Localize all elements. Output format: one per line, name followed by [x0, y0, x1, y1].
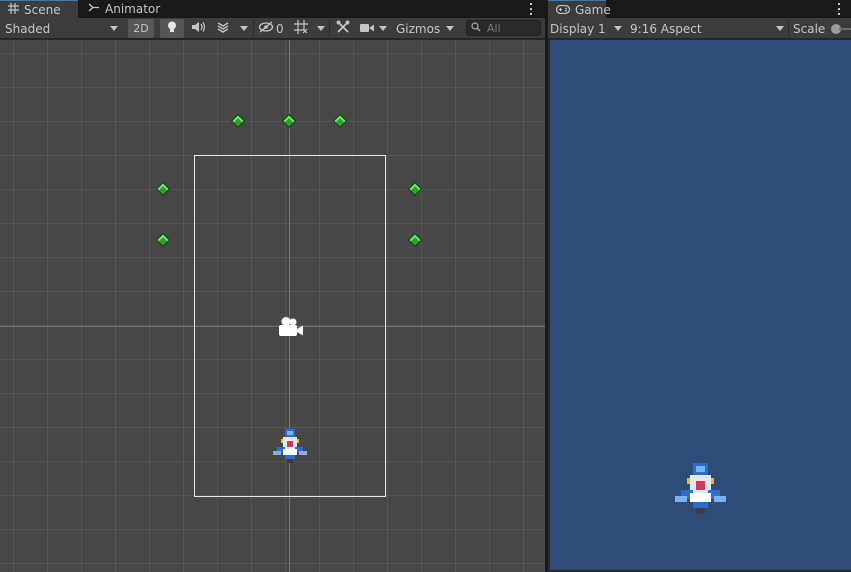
- gizmos-dropdown[interactable]: Gizmos: [391, 19, 457, 38]
- scene-menu-icon[interactable]: [529, 2, 533, 16]
- effects-toggle-button[interactable]: [211, 19, 235, 38]
- spawn-point-marker[interactable]: [407, 232, 423, 248]
- chevron-down-icon: [240, 26, 248, 31]
- tab-animator[interactable]: Animator: [80, 0, 170, 18]
- grid-icon: [8, 2, 19, 17]
- grid-snap-dropdown[interactable]: [314, 19, 328, 38]
- game-tabbar: Game: [548, 0, 851, 18]
- effects-layers-icon: [216, 21, 230, 36]
- game-viewport[interactable]: [550, 40, 851, 570]
- scene-tabbar: Scene Animator: [0, 0, 545, 18]
- scene-camera-dropdown[interactable]: [356, 19, 390, 38]
- game-window: Game Display 1 9:16 Aspect Scale: [548, 0, 851, 572]
- toolbar-divider: [253, 20, 254, 37]
- effects-dropdown[interactable]: [236, 19, 252, 38]
- camera-gizmo-icon[interactable]: [276, 316, 304, 341]
- scene-toolbar: Shaded 2D 0 Gizmos All: [0, 18, 545, 39]
- display-value: Display 1: [550, 21, 606, 36]
- tab-game[interactable]: Game: [548, 0, 611, 18]
- spawn-point-marker[interactable]: [155, 181, 171, 197]
- shading-mode-dropdown[interactable]: Shaded: [0, 19, 122, 38]
- shading-mode-value: Shaded: [5, 21, 51, 36]
- speaker-icon: [191, 21, 206, 36]
- lightbulb-icon: [167, 21, 177, 36]
- spawn-point-marker[interactable]: [155, 232, 171, 248]
- scene-visibility-button[interactable]: 0: [256, 19, 286, 38]
- display-dropdown[interactable]: Display 1: [548, 19, 625, 38]
- tab-scene[interactable]: Scene: [0, 0, 78, 18]
- scale-label: Scale: [793, 21, 826, 36]
- hidden-eye-icon: [258, 21, 274, 36]
- scene-search-input[interactable]: All: [466, 20, 541, 36]
- video-camera-icon: [360, 22, 374, 36]
- gizmos-label: Gizmos: [396, 21, 441, 36]
- hidden-count: 0: [276, 21, 284, 36]
- grid-snap-button[interactable]: [288, 19, 314, 38]
- toggle-2d-button[interactable]: 2D: [128, 19, 154, 38]
- spawn-point-marker[interactable]: [230, 113, 246, 129]
- audio-toggle-button[interactable]: [186, 19, 210, 38]
- aspect-dropdown[interactable]: 9:16 Aspect: [626, 19, 787, 38]
- tools-wrench-icon: [336, 20, 350, 37]
- tab-scene-label: Scene: [24, 2, 61, 17]
- chevron-down-icon: [446, 26, 454, 31]
- lighting-toggle-button[interactable]: [160, 19, 184, 38]
- game-menu-icon[interactable]: [837, 2, 841, 16]
- toolbar-divider: [788, 20, 789, 37]
- scale-slider[interactable]: Scale: [793, 19, 851, 38]
- game-toolbar: Display 1 9:16 Aspect Scale: [548, 18, 851, 39]
- scale-slider-track: [839, 28, 851, 30]
- player-ship-sprite: [675, 463, 726, 517]
- chevron-down-icon: [379, 26, 387, 31]
- scene-window: Scene Animator Shaded 2D 0 Gizmos All: [0, 0, 545, 572]
- tab-animator-label: Animator: [105, 2, 161, 16]
- search-icon: [471, 21, 481, 35]
- toolbar-divider: [329, 20, 330, 37]
- spawn-point-marker[interactable]: [332, 113, 348, 129]
- aspect-value: 9:16 Aspect: [630, 21, 702, 36]
- grid-snap-icon: [294, 20, 308, 37]
- tools-button[interactable]: [332, 19, 354, 38]
- chevron-down-icon: [614, 26, 622, 31]
- animator-icon: [88, 2, 100, 16]
- spawn-point-marker[interactable]: [407, 181, 423, 197]
- chevron-down-icon: [110, 26, 118, 31]
- gamepad-icon: [555, 3, 571, 17]
- chevron-down-icon: [776, 26, 784, 31]
- spawn-point-marker[interactable]: [281, 113, 297, 129]
- search-placeholder: All: [487, 21, 501, 35]
- player-ship-sprite[interactable]: [273, 429, 307, 466]
- tab-game-label: Game: [575, 2, 611, 17]
- chevron-down-icon: [317, 26, 325, 31]
- scene-viewport[interactable]: [0, 40, 545, 572]
- toggle-2d-label: 2D: [133, 22, 149, 35]
